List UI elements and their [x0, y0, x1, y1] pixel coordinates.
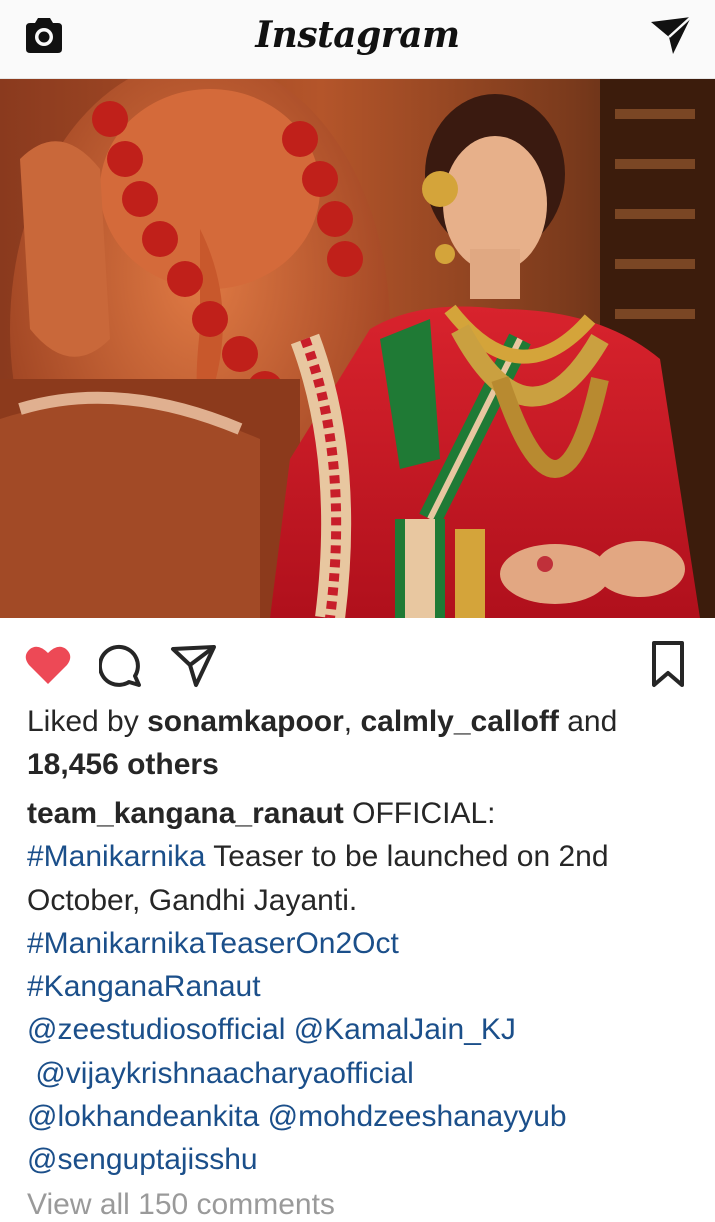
- mention-link[interactable]: @mohdzeeshanayyub: [268, 1100, 567, 1133]
- post-caption: team_kangana_ranaut OFFICIAL: #Manikarni…: [27, 792, 697, 1182]
- instagram-logo: Instagram: [255, 14, 460, 56]
- view-comments-link[interactable]: View all 150 comments: [27, 1188, 335, 1222]
- post-photo-art: [0, 79, 715, 618]
- post-actions: [0, 620, 715, 704]
- mention-link[interactable]: @senguptajisshu: [27, 1143, 258, 1176]
- caption-text: October, Gandhi Jayanti.: [27, 883, 358, 917]
- comment-icon[interactable]: [99, 643, 145, 689]
- likes-and: and: [558, 705, 618, 738]
- bookmark-icon[interactable]: [650, 640, 686, 688]
- heart-icon[interactable]: [24, 644, 72, 686]
- caption-username[interactable]: team_kangana_ranaut: [27, 797, 344, 830]
- likes-summary: Liked by sonamkapoor, calmly_calloff and…: [27, 700, 697, 786]
- mention-link[interactable]: @zeestudiosofficial: [27, 1013, 285, 1046]
- likes-others-count[interactable]: 18,456 others: [27, 748, 219, 781]
- mention-link[interactable]: @KamalJain_KJ: [294, 1013, 516, 1046]
- direct-message-icon[interactable]: [648, 14, 694, 58]
- mention-link[interactable]: @vijaykrishnaacharyaofficial: [35, 1057, 413, 1090]
- liker-username[interactable]: sonamkapoor: [147, 705, 344, 738]
- likes-prefix: Liked by: [27, 705, 148, 738]
- caption-text: Teaser to be launched on 2nd: [205, 840, 609, 874]
- share-icon[interactable]: [170, 644, 218, 688]
- caption-text: OFFICIAL:: [343, 797, 496, 830]
- mention-link[interactable]: @lokhandeankita: [27, 1100, 259, 1133]
- likes-separator: ,: [343, 705, 361, 738]
- liker-username[interactable]: calmly_calloff: [360, 705, 558, 738]
- hashtag-link[interactable]: #ManikarnikaTeaserOn2Oct: [27, 927, 399, 960]
- hashtag-link[interactable]: #KanganaRanaut: [27, 970, 261, 1003]
- top-bar: Instagram: [0, 0, 715, 79]
- post-photo[interactable]: [0, 79, 715, 618]
- hashtag-link[interactable]: #Manikarnika: [27, 840, 205, 873]
